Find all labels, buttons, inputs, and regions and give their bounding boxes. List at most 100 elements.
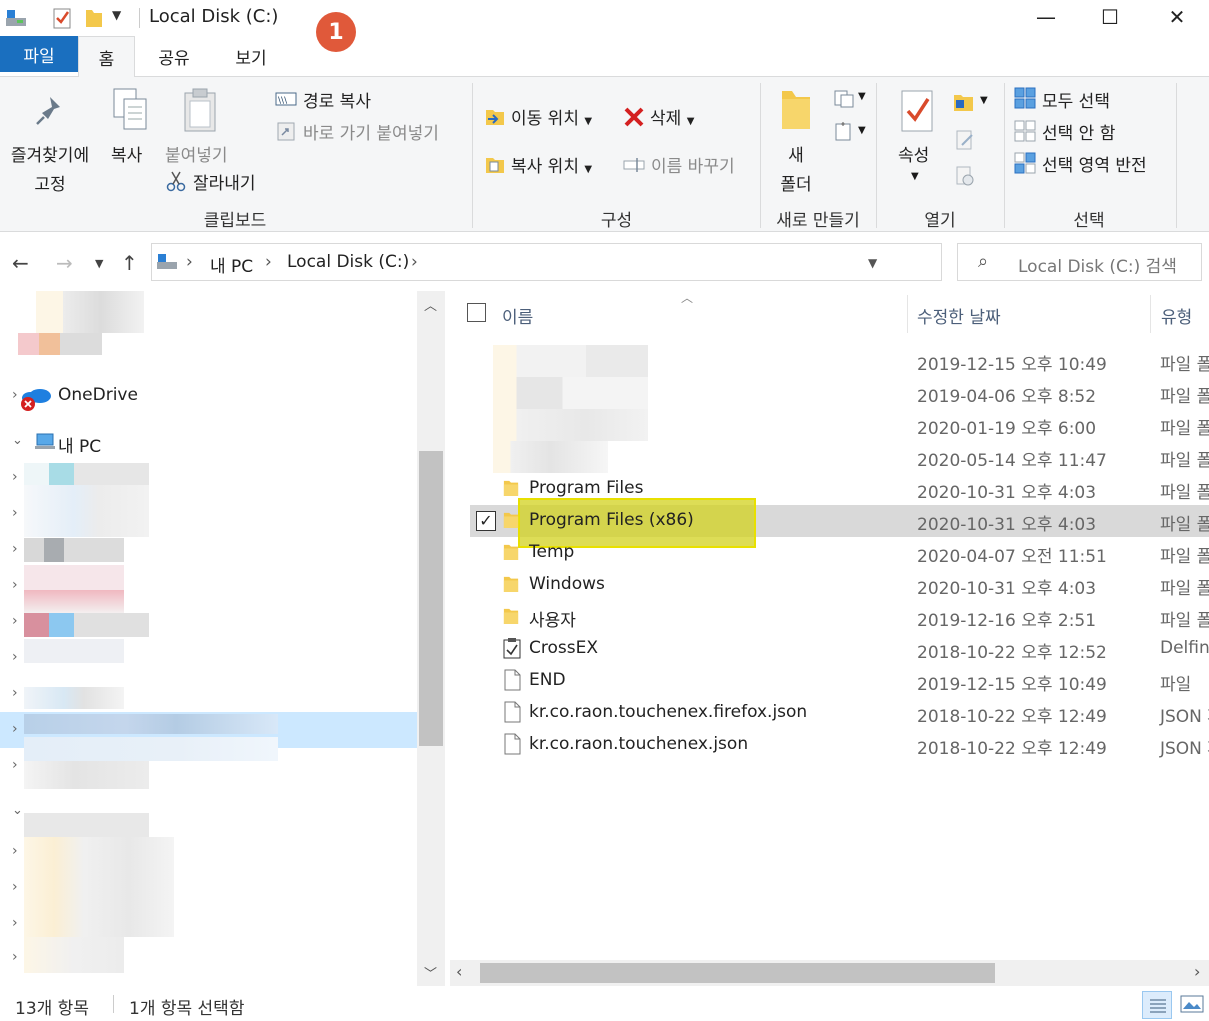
easy-access-icon[interactable] [833,121,855,143]
file-row[interactable]: 사용자 2019-12-16 오후 2:51 파일 폴 [470,601,1209,633]
expand-chevron-icon[interactable]: › [12,577,18,593]
breadcrumb-separator-icon[interactable]: › [265,252,272,272]
properties-icon[interactable] [50,6,74,30]
file-row[interactable]: Temp 2020-04-07 오전 11:51 파일 폴 [470,537,1209,569]
column-divider[interactable] [1150,295,1151,333]
folder-icon [503,576,519,592]
expand-chevron-icon[interactable]: › [12,757,18,773]
back-arrow-icon[interactable]: ← [12,251,29,275]
breadcrumb-separator-icon[interactable]: › [411,252,418,272]
expand-chevron-icon[interactable]: › [12,915,18,931]
tab-file[interactable]: 파일 [0,36,78,72]
column-header-name[interactable]: 이름 [502,303,533,328]
file-row[interactable]: 2019-12-15 오후 10:49 파일 폴 [470,345,1209,377]
expand-chevron-icon[interactable]: › [12,613,18,629]
search-input[interactable]: Local Disk (C:) 검색 [1018,252,1177,277]
up-arrow-icon[interactable]: ↑ [121,251,138,275]
expand-chevron-icon[interactable]: › [12,685,18,701]
properties-button[interactable]: 속성 [898,141,929,166]
expand-chevron-icon[interactable]: › [12,541,18,557]
forward-arrow-icon[interactable]: → [56,251,73,275]
nav-scrollbar-thumb[interactable] [419,451,443,746]
nav-onedrive[interactable]: OneDrive [58,385,138,405]
open-dropdown-icon[interactable]: ▼ [980,95,988,106]
close-button[interactable]: ✕ [1145,0,1209,34]
scissors-icon [166,171,186,192]
tab-home[interactable]: 홈 [78,36,135,77]
properties-dropdown-icon[interactable]: ▼ [911,171,919,182]
file-row[interactable]: CrossEX 2018-10-22 오후 12:52 Delfino [470,633,1209,665]
pin-to-quick-access-button[interactable]: 즐겨찾기에 고정 [4,141,96,195]
new-folder-icon[interactable] [82,6,106,30]
paste-button[interactable]: 붙여넣기 [165,141,228,166]
paste-shortcut-button[interactable]: 바로 가기 붙여넣기 [303,119,439,144]
tab-share[interactable]: 공유 [145,36,203,76]
details-view-button[interactable] [1142,991,1172,1019]
scroll-right-icon[interactable]: › [1194,962,1200,981]
column-divider[interactable] [907,295,908,333]
file-date: 2020-10-31 오후 4:03 [917,483,1097,503]
breadcrumb-local-disk[interactable]: Local Disk (C:) [287,252,409,272]
file-row[interactable]: kr.co.raon.touchenex.json 2018-10-22 오후 1… [470,729,1209,761]
nav-this-pc[interactable]: 내 PC [58,432,101,457]
select-all-button[interactable]: 모두 선택 [1042,87,1110,112]
breadcrumb-this-pc[interactable]: 내 PC [210,252,253,277]
file-name: Windows [529,574,605,594]
tab-view[interactable]: 보기 [222,36,280,76]
delete-dropdown-icon: ▼ [686,116,695,127]
column-header-type[interactable]: 유형 [1161,303,1192,328]
new-item-dropdown-icon[interactable]: ▼ [858,91,866,102]
drive-icon[interactable] [4,6,28,30]
file-row[interactable]: END 2019-12-15 오후 10:49 파일 [470,665,1209,697]
horizontal-scrollbar[interactable]: ‹ › [450,960,1209,986]
row-checkbox[interactable]: ✓ [476,511,496,531]
search-box[interactable]: ⌕ Local Disk (C:) 검색 [957,243,1202,281]
copy-path-button[interactable]: 경로 복사 [303,87,371,112]
scroll-up-icon[interactable]: ︿ [424,295,437,314]
scroll-left-icon[interactable]: ‹ [456,962,462,981]
expand-chevron-icon[interactable]: › [12,469,18,485]
copy-button[interactable]: 복사 [111,141,142,166]
file-row[interactable]: kr.co.raon.touchenex.firefox.json 2018-10… [470,697,1209,729]
collapse-chevron-icon[interactable]: ⌄ [12,803,23,818]
breadcrumb-separator-icon[interactable]: › [186,252,193,272]
horizontal-scrollbar-thumb[interactable] [480,963,995,983]
address-bar[interactable]: › 내 PC › Local Disk (C:) › ▼ ↻ [151,243,1082,281]
address-dropdown-icon[interactable]: ▼ [868,256,877,270]
recent-locations-icon[interactable]: ▼ [95,257,103,270]
new-folder-button[interactable]: 새 폴더 [770,141,822,195]
minimize-button[interactable]: — [1014,0,1078,34]
edit-icon[interactable] [954,129,976,151]
move-to-button[interactable]: 이동 위치 ▼ [511,104,592,129]
file-row[interactable]: Windows 2020-10-31 오후 4:03 파일 폴 [470,569,1209,601]
file-row[interactable]: 2020-05-14 오후 11:47 파일 폴 [470,441,1209,473]
column-header-date[interactable]: 수정한 날짜 [917,303,1001,328]
file-row[interactable]: ✓ Program Files (x86) 2020-10-31 오후 4:03 파일… [470,498,1209,548]
redacted-item [24,813,149,837]
easy-access-dropdown-icon[interactable]: ▼ [858,125,866,136]
delete-button[interactable]: 삭제 ▼ [650,104,694,129]
rename-button[interactable]: 이름 바꾸기 [651,152,735,177]
invert-selection-button[interactable]: 선택 영역 반전 [1042,151,1147,176]
qat-dropdown-icon[interactable]: ▼ [112,8,136,32]
expand-chevron-icon[interactable]: › [12,843,18,859]
large-icons-view-button[interactable] [1180,993,1204,1015]
expand-chevron-icon[interactable]: › [12,387,18,403]
history-icon[interactable] [954,165,976,187]
select-none-button[interactable]: 선택 안 함 [1042,119,1115,144]
expand-chevron-icon[interactable]: › [12,879,18,895]
expand-chevron-icon[interactable]: › [12,949,18,965]
file-row[interactable]: 2019-04-06 오후 8:52 파일 폴 [470,377,1209,409]
open-icon[interactable] [952,91,976,113]
new-item-icon[interactable] [833,87,855,109]
file-row[interactable]: 2020-01-19 오후 6:00 파일 폴 [470,409,1209,441]
maximize-button[interactable]: ☐ [1078,0,1142,34]
copy-to-button[interactable]: 복사 위치 ▼ [511,152,592,177]
cut-button[interactable]: 잘라내기 [193,169,256,194]
select-all-checkbox[interactable] [467,303,486,322]
expand-chevron-icon[interactable]: › [12,721,18,737]
expand-chevron-icon[interactable]: › [12,649,18,665]
collapse-chevron-icon[interactable]: ⌄ [12,433,23,448]
scroll-down-icon[interactable]: ﹀ [424,963,437,982]
expand-chevron-icon[interactable]: › [12,505,18,521]
